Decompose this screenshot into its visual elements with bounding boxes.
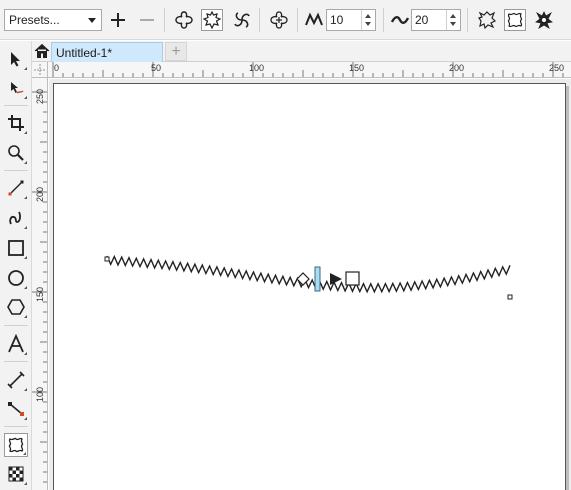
zipper-distortion-icon[interactable] [201, 9, 223, 31]
twister-distortion-icon[interactable] [231, 9, 253, 31]
property-bar: Presets... 10 20 [0, 0, 571, 40]
shape-tool-icon[interactable] [4, 76, 28, 100]
plus-icon[interactable] [107, 9, 129, 31]
smooth-distortion-icon[interactable] [504, 9, 526, 31]
flyout-indicator [24, 196, 27, 199]
parallel-dimension-tool-icon[interactable] [4, 368, 28, 392]
toolbox [0, 41, 32, 490]
chevron-down-icon [88, 18, 96, 23]
flyout-indicator [24, 352, 27, 355]
toolbox-separator [4, 105, 28, 106]
toolbar-separator [297, 8, 298, 32]
amplitude-spin-arrows[interactable] [446, 10, 460, 30]
toolbar-separator [164, 8, 165, 32]
ruler-label: 150 [349, 63, 365, 73]
horizontal-ruler-ticks [52, 62, 564, 77]
random-distortion-icon[interactable] [476, 9, 498, 31]
toolbar-separator [467, 8, 468, 32]
ruler-label: 100 [35, 386, 45, 402]
vertical-ruler[interactable]: 250 200 150 100 [32, 78, 48, 490]
spin-up-icon[interactable] [450, 14, 456, 18]
flyout-indicator [24, 286, 27, 289]
flyout-indicator [24, 315, 27, 318]
spin-up-icon[interactable] [365, 14, 371, 18]
distort-tool-icon[interactable] [4, 433, 28, 457]
polygon-tool-icon[interactable] [4, 295, 28, 319]
artistic-media-tool-icon[interactable] [4, 206, 28, 230]
document-title: Untitled-1* [56, 46, 113, 60]
amplitude-icon [389, 9, 411, 31]
local-distortion-icon[interactable] [533, 9, 555, 31]
ruler-label: 100 [249, 63, 265, 73]
text-tool-icon[interactable] [4, 332, 28, 356]
presets-label: Presets... [9, 13, 60, 27]
toolbox-separator [4, 170, 28, 171]
amplitude-value: 20 [415, 13, 429, 27]
flyout-indicator [24, 96, 27, 99]
spin-down-icon[interactable] [450, 22, 456, 26]
presets-dropdown[interactable]: Presets... [4, 9, 102, 31]
horizontal-ruler[interactable]: 0 50 100 150 200 250 [48, 62, 571, 78]
pick-tool-icon[interactable] [4, 47, 28, 71]
new-tab-button[interactable]: + [165, 42, 187, 61]
frequency-value: 10 [330, 13, 344, 27]
ruler-origin-corner[interactable] [32, 62, 48, 78]
spin-down-icon[interactable] [365, 22, 371, 26]
tab-untitled-1[interactable]: Untitled-1* [51, 42, 163, 62]
flyout-indicator [24, 67, 27, 70]
flyout-indicator [24, 256, 27, 259]
ruler-label: 250 [549, 63, 565, 73]
ruler-label: 200 [35, 186, 45, 202]
flyout-indicator [24, 417, 27, 420]
ruler-label: 50 [151, 63, 162, 73]
toolbox-separator [4, 325, 28, 326]
flyout-indicator [23, 452, 26, 455]
home-icon[interactable] [34, 43, 50, 59]
toolbox-separator [4, 426, 28, 427]
direction-arrow-handle[interactable] [330, 273, 342, 285]
flyout-indicator [24, 131, 27, 134]
flyout-indicator [24, 388, 27, 391]
plus-icon: + [171, 42, 181, 60]
distorted-zigzag-line[interactable] [49, 79, 571, 490]
toolbar-separator [259, 8, 260, 32]
ruler-label: 150 [35, 286, 45, 302]
flyout-indicator [24, 482, 27, 485]
push-pull-distortion-icon[interactable] [173, 9, 195, 31]
end-node-handle[interactable] [507, 294, 513, 300]
rectangle-tool-icon[interactable] [4, 236, 28, 260]
distortion-end-handle[interactable] [345, 271, 360, 286]
start-node-handle[interactable] [104, 256, 110, 262]
frequency-stepper[interactable]: 10 [326, 9, 376, 31]
transparency-tool-icon[interactable] [4, 462, 28, 486]
document-tab-strip: Untitled-1* + [32, 41, 571, 62]
ruler-label: 200 [449, 63, 465, 73]
vertical-ruler-ticks [32, 91, 47, 483]
zoom-tool-icon[interactable] [4, 141, 28, 165]
crop-tool-icon[interactable] [4, 111, 28, 135]
center-distortion-icon[interactable] [268, 9, 290, 31]
flyout-indicator [24, 161, 27, 164]
ruler-label: 0 [54, 63, 60, 73]
connector-tool-icon[interactable] [4, 397, 28, 421]
freehand-tool-icon[interactable] [4, 176, 28, 200]
frequency-spin-arrows[interactable] [361, 10, 375, 30]
frequency-icon [303, 9, 325, 31]
toolbar-separator [383, 8, 384, 32]
drawing-canvas[interactable] [49, 79, 571, 490]
zigzag-path[interactable] [106, 254, 511, 294]
ellipse-tool-icon[interactable] [4, 266, 28, 290]
amplitude-stepper[interactable]: 20 [411, 9, 461, 31]
minus-icon[interactable] [136, 9, 158, 31]
ruler-label: 250 [35, 88, 45, 104]
flyout-indicator [24, 226, 27, 229]
toolbox-separator [4, 361, 28, 362]
amplitude-slider-handle[interactable] [314, 266, 321, 292]
